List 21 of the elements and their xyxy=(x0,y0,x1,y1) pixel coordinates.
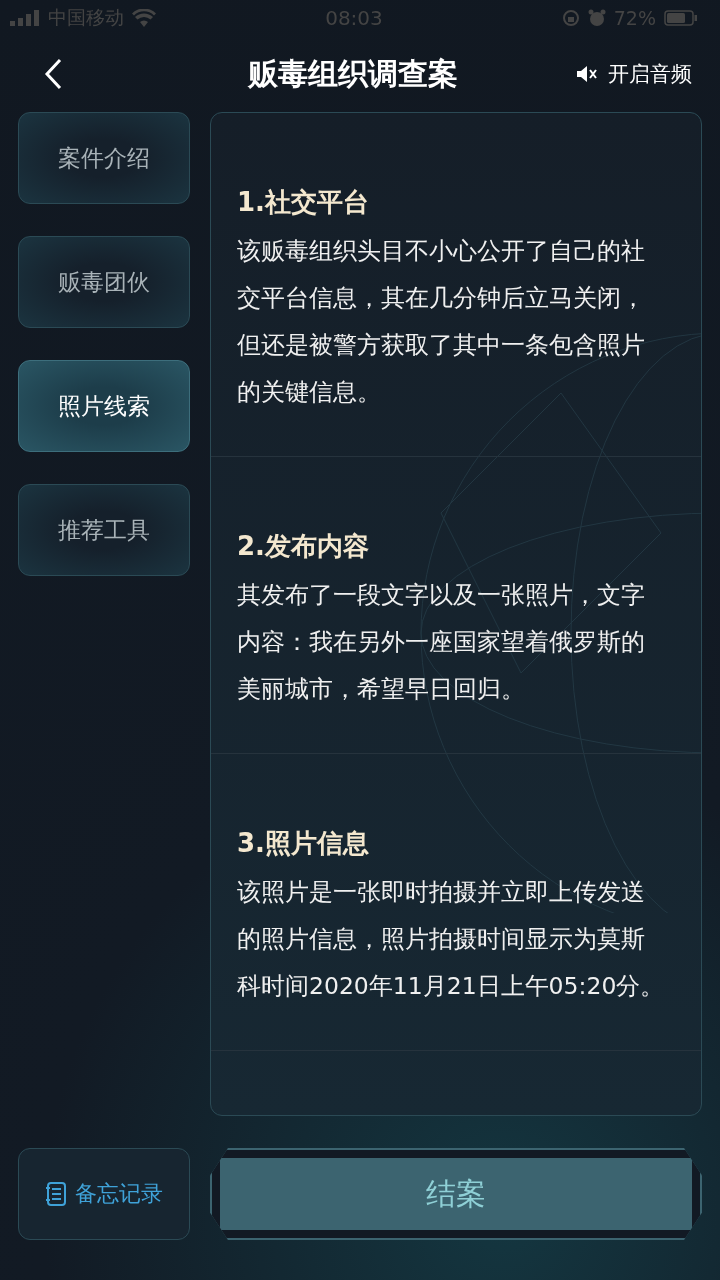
section-text: 其发布了一段文字以及一张照片，文字内容：我在另外一座国家望着俄罗斯的美丽城市，希望早日回归。 xyxy=(237,580,646,705)
muted-speaker-icon xyxy=(576,64,598,84)
section-heading: 2.发布内容 xyxy=(237,530,370,563)
section-heading: 3.照片信息 xyxy=(237,827,370,860)
alarm-icon xyxy=(587,9,606,27)
audio-toggle[interactable]: 开启音频 xyxy=(576,60,692,88)
wifi-icon xyxy=(132,9,156,27)
notes-button[interactable]: 备忘记录 xyxy=(18,1148,190,1240)
section-heading: 1.社交平台 xyxy=(237,186,370,219)
sidebar-tab[interactable]: 贩毒团伙 xyxy=(18,236,190,328)
close-case-button[interactable]: 结案 xyxy=(210,1148,702,1240)
sidebar-tab[interactable]: 推荐工具 xyxy=(18,484,190,576)
rotation-lock-icon xyxy=(561,9,580,27)
signal-icon xyxy=(10,10,40,26)
notebook-icon xyxy=(45,1182,67,1206)
battery-icon xyxy=(664,10,698,26)
section-text: 该照片是一张即时拍摄并立即上传发送的照片信息，照片拍摄时间显示为莫斯科时间2020年11月21日上午05:20分。 xyxy=(237,877,666,1002)
page-title: 贩毒组织调查案 xyxy=(248,54,458,93)
section-text: 该贩毒组织头目不小心公开了自己的社交平台信息，其在几分钟后立马关闭，但还是被警方获取了其中一条包含照片的关键信息。 xyxy=(237,236,646,408)
sidebar-tab[interactable]: 案件介绍 xyxy=(18,112,190,204)
sidebar-tab[interactable]: 照片线索 xyxy=(18,360,190,452)
